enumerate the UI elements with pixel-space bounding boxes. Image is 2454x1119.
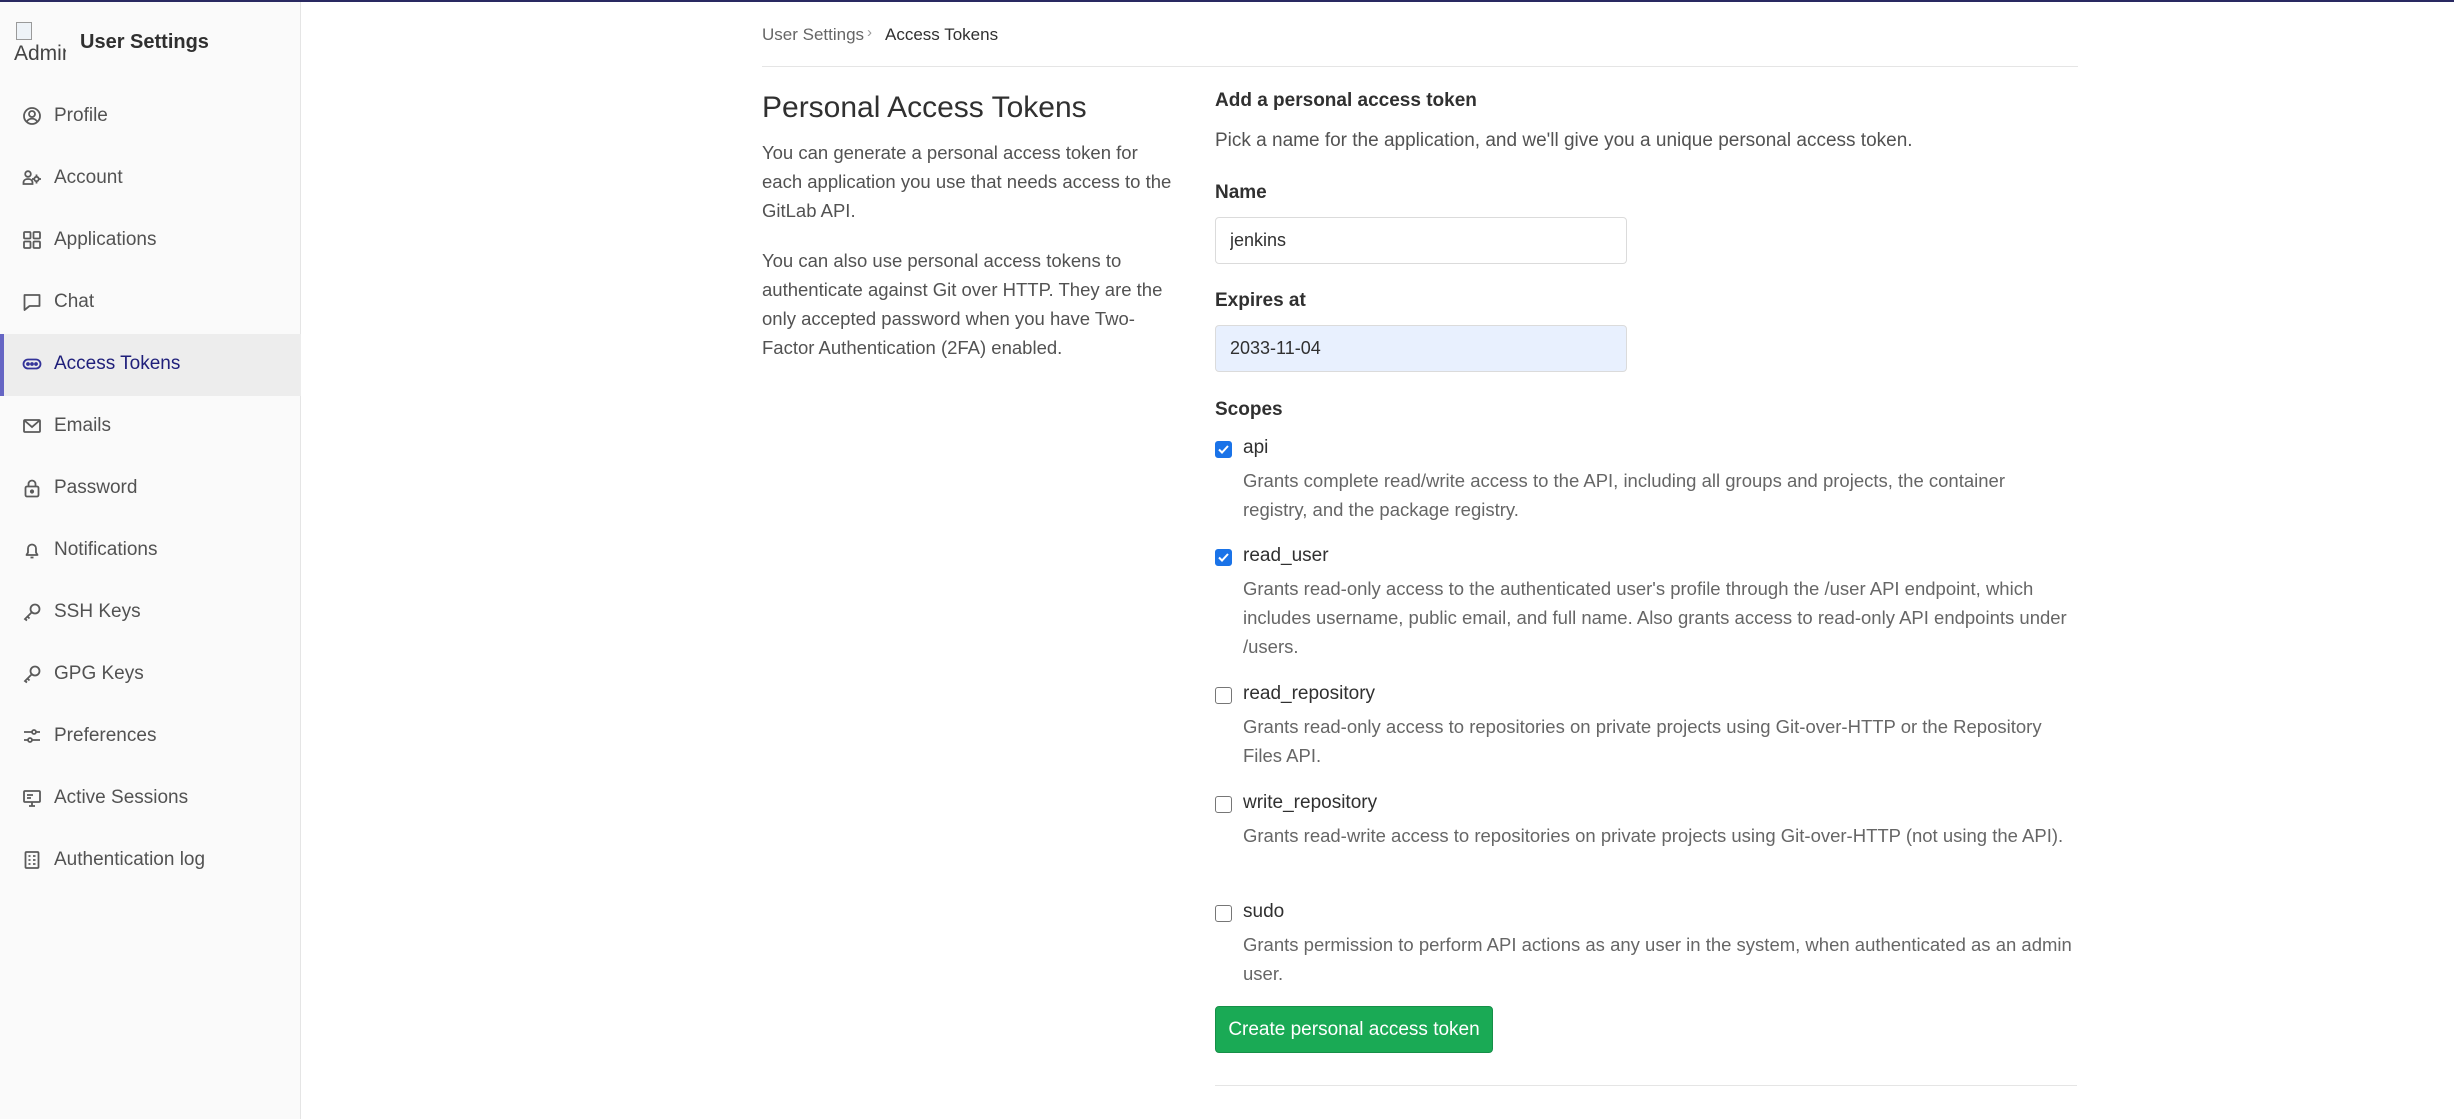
sidebar-item-label: Emails: [54, 415, 112, 436]
sidebar-item-label: Account: [54, 167, 123, 188]
sidebar-item-label: Applications: [54, 229, 157, 250]
info-column: Personal Access Tokens You can generate …: [762, 88, 1182, 358]
sidebar-item-gpg-keys[interactable]: GPG Keys: [0, 644, 301, 706]
applications-icon: [22, 230, 42, 250]
divider: [1215, 1085, 2077, 1086]
key-icon: [22, 602, 42, 622]
sidebar-item-label: GPG Keys: [54, 663, 144, 684]
page-title: Personal Access Tokens: [762, 91, 1087, 124]
scope-name[interactable]: api: [1243, 437, 1268, 459]
account-icon: [22, 168, 42, 188]
profile-icon: [22, 106, 42, 126]
scope-name[interactable]: sudo: [1243, 901, 1284, 923]
sidebar-item-access-tokens[interactable]: Access Tokens: [0, 334, 301, 396]
sidebar-item-password[interactable]: Password: [0, 458, 301, 520]
preferences-icon: [22, 726, 42, 746]
avatar-alt-text: Admin: [14, 42, 66, 65]
sidebar-item-label: Password: [54, 477, 138, 498]
scope-name[interactable]: write_repository: [1243, 792, 1377, 814]
avatar[interactable]: Admin: [14, 22, 66, 68]
expires-at-input[interactable]: [1215, 325, 1627, 372]
scopes-label: Scopes: [1215, 399, 1283, 420]
sidebar-item-label: Notifications: [54, 539, 158, 560]
sidebar-item-label: SSH Keys: [54, 601, 141, 622]
chevron-right-icon: ›: [867, 24, 872, 41]
token-name-input[interactable]: [1215, 217, 1627, 264]
sidebar-item-ssh-keys[interactable]: SSH Keys: [0, 582, 301, 644]
sidebar-item-label: Active Sessions: [54, 787, 189, 808]
sidebar-item-applications[interactable]: Applications: [0, 210, 301, 272]
scope-name[interactable]: read_repository: [1243, 683, 1375, 705]
sidebar-item-chat[interactable]: Chat: [0, 272, 301, 334]
chat-icon: [22, 292, 42, 312]
sidebar-item-label: Access Tokens: [54, 353, 181, 374]
breadcrumb-current[interactable]: Access Tokens: [885, 25, 998, 45]
info-paragraph: You can generate a personal access token…: [762, 142, 1172, 221]
sidebar-item-account[interactable]: Account: [0, 148, 301, 210]
scope-checkbox[interactable]: [1215, 549, 1232, 566]
sidebar-item-preferences[interactable]: Preferences: [0, 706, 301, 768]
sidebar-title[interactable]: User Settings: [80, 31, 209, 54]
sidebar-item-label: Preferences: [54, 725, 157, 746]
scope-name[interactable]: read_user: [1243, 545, 1329, 567]
expires-at-label: Expires at: [1215, 290, 1306, 311]
sidebar-item-label: Profile: [54, 105, 108, 126]
mail-icon: [22, 416, 42, 436]
info-paragraph: You can also use personal access tokens …: [762, 250, 1163, 358]
scope-checkbox[interactable]: [1215, 687, 1232, 704]
scope-checkbox[interactable]: [1215, 905, 1232, 922]
scope-description: Grants complete read/write access to the…: [1243, 470, 2005, 520]
name-label: Name: [1215, 182, 1267, 203]
sidebar-header: Admin User Settings: [0, 2, 301, 86]
scope-checkbox[interactable]: [1215, 441, 1232, 458]
create-token-button[interactable]: Create personal access token: [1215, 1006, 1493, 1053]
sidebar-item-authentication-log[interactable]: Authentication log: [0, 830, 301, 892]
broken-image-icon: [16, 22, 32, 40]
scope-description: Grants permission to perform API actions…: [1243, 934, 2072, 984]
sidebar-nav: Profile Account Applications Chat Access…: [0, 86, 301, 892]
key-icon: [22, 664, 42, 684]
breadcrumb-parent-link[interactable]: User Settings: [762, 25, 864, 45]
lock-icon: [22, 478, 42, 498]
sidebar-item-label: Chat: [54, 291, 95, 312]
form-heading: Add a personal access token: [1215, 90, 1477, 111]
scope-description: Grants read-only access to repositories …: [1243, 716, 2042, 766]
token-icon: [22, 354, 42, 374]
sidebar-item-label: Authentication log: [54, 849, 206, 870]
scope-checkbox[interactable]: [1215, 796, 1232, 813]
scope-description: Grants read-only access to the authentic…: [1243, 578, 2067, 657]
log-icon: [22, 850, 42, 870]
scope-description: Grants read-write access to repositories…: [1243, 825, 2064, 846]
sidebar-item-emails[interactable]: Emails: [0, 396, 301, 458]
settings-sidebar: Admin User Settings Profile Account Appl…: [0, 2, 301, 1119]
sidebar-item-notifications[interactable]: Notifications: [0, 520, 301, 582]
monitor-icon: [22, 788, 42, 808]
form-subheading: Pick a name for the application, and we'…: [1215, 130, 1913, 151]
sidebar-item-active-sessions[interactable]: Active Sessions: [0, 768, 301, 830]
breadcrumb: User Settings › Access Tokens: [762, 0, 2078, 67]
bell-icon: [22, 540, 42, 560]
sidebar-item-profile[interactable]: Profile: [0, 86, 301, 148]
